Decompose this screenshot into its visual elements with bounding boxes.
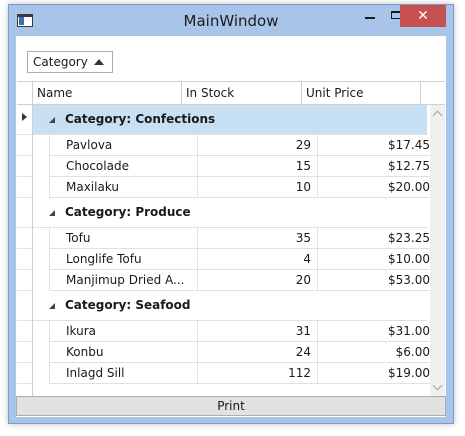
row-header[interactable] — [17, 198, 32, 228]
cell-name[interactable]: Konbu — [49, 342, 198, 363]
cell-name[interactable]: Manjimup Dried A... — [49, 270, 198, 291]
row-header[interactable] — [17, 321, 32, 342]
row-header[interactable] — [17, 135, 32, 156]
row-header[interactable] — [17, 249, 32, 270]
vertical-scrollbar[interactable] — [430, 105, 445, 397]
group-by-combobox[interactable]: Category — [27, 51, 113, 73]
row-header[interactable] — [17, 270, 32, 291]
scroll-down-icon[interactable] — [432, 380, 443, 391]
cell-unit-price[interactable]: $6.00 — [318, 342, 437, 363]
cell-in-stock[interactable]: 4 — [198, 249, 318, 270]
group-by-selected: Category — [33, 55, 88, 69]
cell-name[interactable]: Ikura — [49, 321, 198, 342]
cell-in-stock[interactable]: 29 — [198, 135, 318, 156]
cell-unit-price[interactable]: $20.00 — [318, 177, 437, 198]
scrollbar-thumb[interactable] — [431, 123, 444, 378]
table-row[interactable]: Tofu 35 $23.25 — [33, 228, 437, 249]
collapse-triangle-icon[interactable] — [49, 117, 55, 123]
close-button[interactable]: ✕ — [400, 5, 446, 27]
print-button[interactable]: Print — [16, 396, 446, 416]
cell-in-stock[interactable]: 31 — [198, 321, 318, 342]
cell-in-stock[interactable]: 35 — [198, 228, 318, 249]
scroll-up-icon[interactable] — [432, 110, 443, 121]
row-pointer-icon — [22, 113, 27, 121]
cell-in-stock[interactable]: 24 — [198, 342, 318, 363]
data-grid: Name In Stock Unit Price Category: Confe… — [17, 81, 445, 397]
group-row-confections[interactable]: Category: Confections — [33, 105, 427, 135]
row-header[interactable] — [17, 105, 32, 135]
collapse-triangle-icon[interactable] — [49, 210, 55, 216]
row-header[interactable] — [17, 177, 32, 198]
group-row-produce[interactable]: Category: Produce — [33, 198, 427, 228]
cell-name[interactable]: Pavlova — [49, 135, 198, 156]
cell-unit-price[interactable]: $12.75 — [318, 156, 437, 177]
table-row[interactable]: Maxilaku 10 $20.00 — [33, 177, 437, 198]
group-label: Category: Produce — [65, 205, 191, 219]
table-row[interactable]: Pavlova 29 $17.45 — [33, 135, 437, 156]
cell-unit-price[interactable]: $17.45 — [318, 135, 437, 156]
cell-unit-price[interactable]: $31.00 — [318, 321, 437, 342]
column-header-in-stock[interactable]: In Stock — [182, 82, 302, 104]
cell-in-stock[interactable]: 20 — [198, 270, 318, 291]
title-bar[interactable]: MainWindow ✕ — [9, 5, 453, 37]
row-header[interactable] — [17, 156, 32, 177]
cell-name[interactable]: Longlife Tofu — [49, 249, 198, 270]
table-row[interactable]: Inlagd Sill 112 $19.00 — [33, 363, 437, 384]
column-header-unit-price[interactable]: Unit Price — [302, 82, 421, 104]
group-row-seafood[interactable]: Category: Seafood — [33, 291, 427, 321]
row-header[interactable] — [17, 291, 32, 321]
cell-unit-price[interactable]: $23.25 — [318, 228, 437, 249]
cell-name[interactable]: Maxilaku — [49, 177, 198, 198]
cell-name[interactable]: Chocolade — [49, 156, 198, 177]
main-window: MainWindow ✕ Category Name In Stock Unit… — [8, 4, 454, 424]
cell-in-stock[interactable]: 10 — [198, 177, 318, 198]
table-row[interactable]: Longlife Tofu 4 $10.00 — [33, 249, 437, 270]
cell-unit-price[interactable]: $53.00 — [318, 270, 437, 291]
cell-in-stock[interactable]: 15 — [198, 156, 318, 177]
collapse-triangle-icon[interactable] — [49, 303, 55, 309]
group-label: Category: Confections — [65, 112, 216, 126]
cell-unit-price[interactable]: $10.00 — [318, 249, 437, 270]
table-row[interactable]: Chocolade 15 $12.75 — [33, 156, 437, 177]
row-header-column — [17, 105, 33, 397]
cell-name[interactable]: Tofu — [49, 228, 198, 249]
cell-in-stock[interactable]: 112 — [198, 363, 318, 384]
window-client-area: Category Name In Stock Unit Price Catego… — [16, 36, 446, 417]
table-row[interactable]: Ikura 31 $31.00 — [33, 321, 437, 342]
triangle-up-icon[interactable] — [94, 59, 104, 65]
table-row[interactable]: Konbu 24 $6.00 — [33, 342, 437, 363]
group-label: Category: Seafood — [65, 298, 191, 312]
select-all-header[interactable] — [17, 82, 33, 104]
column-header-row: Name In Stock Unit Price — [17, 82, 445, 105]
cell-unit-price[interactable]: $19.00 — [318, 363, 437, 384]
table-row[interactable]: Manjimup Dried A... 20 $53.00 — [33, 270, 437, 291]
row-header[interactable] — [17, 342, 32, 363]
row-header[interactable] — [17, 363, 32, 384]
row-header[interactable] — [17, 228, 32, 249]
minimize-button[interactable] — [357, 5, 383, 27]
column-header-name[interactable]: Name — [33, 82, 182, 104]
cell-name[interactable]: Inlagd Sill — [49, 363, 198, 384]
